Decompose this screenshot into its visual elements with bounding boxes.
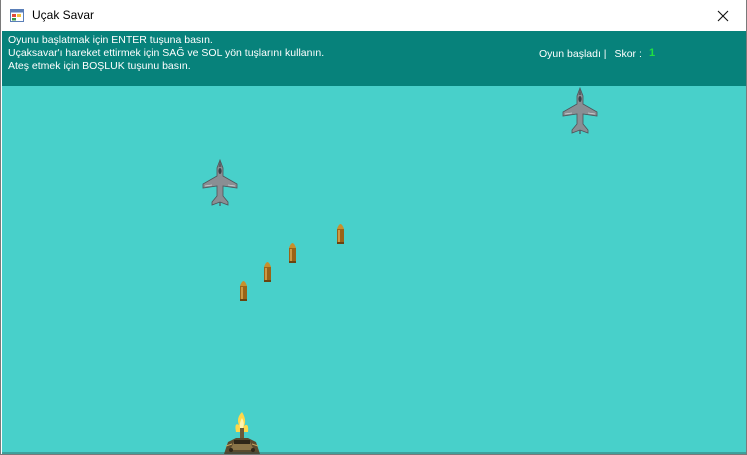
fighter-jet-icon [562, 86, 598, 134]
windows-form-icon [10, 9, 24, 22]
title-bar[interactable]: Uçak Savar [1, 0, 746, 31]
status-text: Oyun başladı | [539, 48, 607, 60]
info-panel: Oyunu başlatmak için ENTER tuşuna basın.… [2, 31, 746, 86]
ground-strip [2, 452, 746, 454]
bullet-icon [337, 224, 344, 244]
game-area[interactable] [2, 86, 746, 454]
score-label: Skor : [614, 48, 642, 60]
instruction-fire: Ateş etmek için BOŞLUK tuşunu basın. [8, 60, 191, 72]
bullet-icon [264, 262, 271, 282]
fighter-jet-icon [202, 158, 238, 206]
close-button[interactable] [700, 0, 746, 31]
bullet-icon [289, 243, 296, 263]
instruction-move: Uçaksavar'ı hareket ettirmek için SAĞ ve… [8, 47, 325, 59]
close-icon [717, 10, 729, 21]
instructions: Oyunu başlatmak için ENTER tuşuna basın.… [8, 34, 324, 73]
app-window: Uçak Savar Oyunu başlatmak için ENTER tu… [0, 0, 747, 455]
bullet-icon [240, 281, 247, 301]
score-value: 1 [649, 47, 656, 59]
game-status: Oyun başladı | Skor : [539, 48, 642, 61]
window-title: Uçak Savar [32, 8, 95, 22]
instruction-start: Oyunu başlatmak için ENTER tuşuna basın. [8, 34, 213, 46]
anti-aircraft-gun-icon[interactable] [220, 410, 264, 454]
